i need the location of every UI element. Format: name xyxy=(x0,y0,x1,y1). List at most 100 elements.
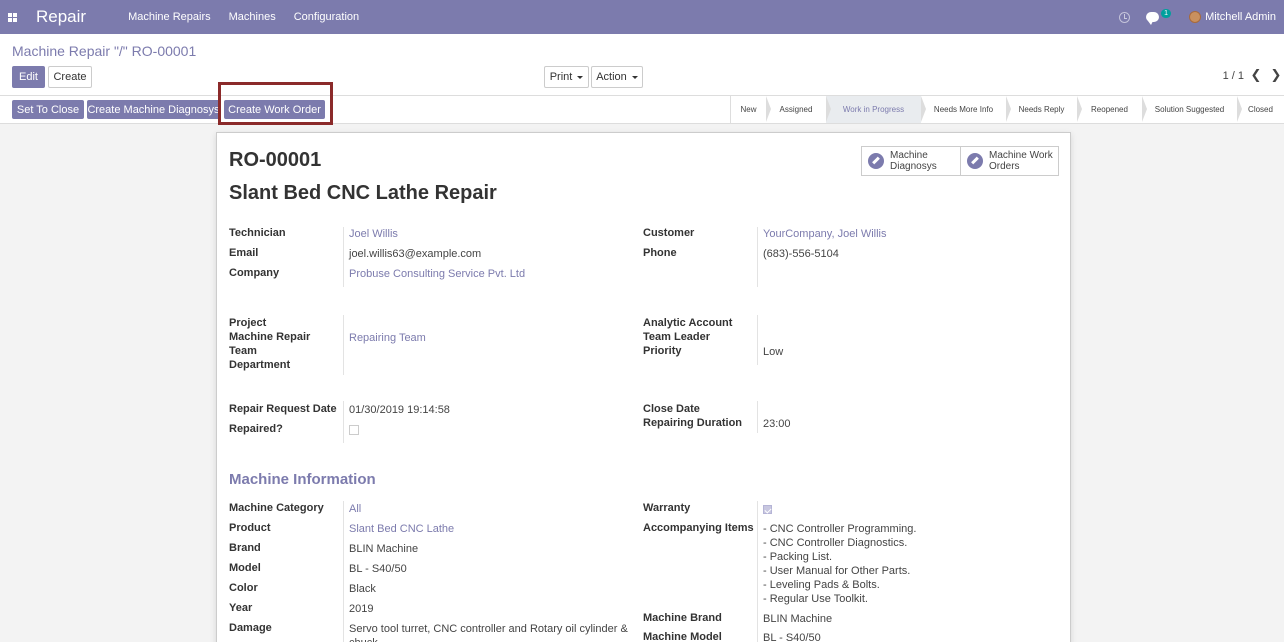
priority-label: Priority xyxy=(643,345,682,357)
repair-team-label-line2: Team xyxy=(229,345,257,357)
accompanying-item: - User Manual for Other Parts. xyxy=(763,565,911,577)
accompanying-item: - Regular Use Toolkit. xyxy=(763,593,868,605)
stage-work-in-progress[interactable]: Work in Progress xyxy=(826,96,926,123)
edit-button[interactable]: Edit xyxy=(12,66,45,88)
breadcrumb: Machine Repair "/" RO-00001 xyxy=(12,43,197,59)
technician-field[interactable]: Joel Willis xyxy=(349,227,398,241)
control-panel: Machine Repair "/" RO-00001 Edit Create … xyxy=(0,34,1284,96)
email-field[interactable]: joel.willis63@example.com xyxy=(349,247,481,261)
stage-closed[interactable]: Closed xyxy=(1237,96,1284,123)
repairing-duration-field[interactable]: 23:00 xyxy=(763,417,791,431)
warranty-checkbox[interactable] xyxy=(763,505,772,514)
create-machine-diagnosys-button[interactable]: Create Machine Diagnosys xyxy=(87,100,220,119)
app-name: Repair xyxy=(36,7,87,26)
repaired-checkbox[interactable] xyxy=(349,425,359,435)
department-label: Department xyxy=(229,359,291,371)
close-date-label: Close Date xyxy=(643,403,700,415)
smart-label-line: Orders xyxy=(989,161,1020,172)
apps-menu-icon[interactable] xyxy=(0,0,24,34)
menu-configuration[interactable]: Configuration xyxy=(294,11,359,23)
phone-label: Phone xyxy=(643,247,677,259)
record-name: RO-00001 xyxy=(229,149,322,171)
field-divider xyxy=(757,315,758,365)
field-divider xyxy=(343,401,344,443)
accompanying-item: - Packing List. xyxy=(763,551,833,563)
stage-assigned[interactable]: Assigned xyxy=(766,96,831,123)
chevron-down-icon xyxy=(631,75,638,79)
stage-new[interactable]: New xyxy=(731,96,771,123)
menu-machine-repairs[interactable]: Machine Repairs xyxy=(128,11,211,23)
field-divider xyxy=(343,227,344,287)
request-date-field[interactable]: 01/30/2019 19:14:58 xyxy=(349,403,450,417)
smart-label-line: Machine xyxy=(890,150,928,161)
machine-model-label: Machine Model xyxy=(643,631,722,642)
chat-count-badge: 1 xyxy=(1161,8,1172,18)
machine-brand-field[interactable]: BLIN Machine xyxy=(763,612,832,626)
repairing-duration-label: Repairing Duration xyxy=(643,417,743,429)
field-divider xyxy=(343,315,344,375)
chat-icon[interactable] xyxy=(1146,12,1160,25)
machine-model-field[interactable]: BL - S40/50 xyxy=(763,631,821,642)
create-button[interactable]: Create xyxy=(48,66,92,88)
field-divider xyxy=(757,227,758,287)
customer-field[interactable]: YourCompany, Joel Willis xyxy=(763,227,887,241)
accompanying-item: - CNC Controller Programming. xyxy=(763,523,917,535)
machine-category-field[interactable]: All xyxy=(349,502,361,516)
accompanying-item: - CNC Controller Diagnostics. xyxy=(763,537,908,549)
pencil-icon xyxy=(967,153,983,169)
machine-work-orders-smart-button[interactable]: Machine Work Orders xyxy=(960,147,1058,175)
accompanying-item: - Leveling Pads & Bolts. xyxy=(763,579,880,591)
record-title: Slant Bed CNC Lathe Repair xyxy=(229,182,497,204)
brand-field[interactable]: BLIN Machine xyxy=(349,542,418,556)
stage-needs-reply[interactable]: Needs Reply xyxy=(1006,96,1082,123)
field-divider xyxy=(757,401,758,433)
form-sheet: RO-00001 Slant Bed CNC Lathe Repair Mach… xyxy=(216,132,1071,642)
user-menu[interactable]: Mitchell Admin xyxy=(1205,11,1276,23)
stage-reopened[interactable]: Reopened xyxy=(1077,96,1147,123)
stage-solution-suggested[interactable]: Solution Suggested xyxy=(1142,96,1242,123)
stage-pipeline: New Assigned Work in Progress Needs More… xyxy=(730,96,1284,123)
project-label: Project xyxy=(229,317,267,329)
repair-team-field[interactable]: Repairing Team xyxy=(349,331,426,345)
machine-category-label: Machine Category xyxy=(229,502,324,514)
model-field[interactable]: BL - S40/50 xyxy=(349,562,407,576)
print-label: Print xyxy=(549,71,573,83)
smart-button-box: Machine Diagnosys Machine Work Orders xyxy=(861,146,1059,176)
set-to-close-button[interactable]: Set To Close xyxy=(12,100,84,119)
pencil-icon xyxy=(868,153,884,169)
top-navbar: Repair Machine Repairs Machines Configur… xyxy=(0,0,1284,34)
product-field[interactable]: Slant Bed CNC Lathe xyxy=(349,522,454,536)
machine-diagnosys-smart-button[interactable]: Machine Diagnosys xyxy=(862,147,960,175)
phone-field[interactable]: (683)-556-5104 xyxy=(763,247,839,261)
machine-brand-label: Machine Brand xyxy=(643,612,722,624)
avatar[interactable] xyxy=(1189,11,1202,23)
print-dropdown[interactable]: Print xyxy=(544,66,589,88)
field-divider xyxy=(757,501,758,642)
company-label: Company xyxy=(229,267,280,279)
damage-field-line1[interactable]: Servo tool turret, CNC controller and Ro… xyxy=(349,622,628,636)
customer-label: Customer xyxy=(643,227,695,239)
menu-machines[interactable]: Machines xyxy=(229,11,276,23)
pager-next-icon[interactable]: ❯ xyxy=(1270,68,1282,83)
technician-label: Technician xyxy=(229,227,286,239)
section-title: Machine Information xyxy=(229,471,376,488)
action-dropdown[interactable]: Action xyxy=(591,66,643,88)
analytic-account-label: Analytic Account xyxy=(643,317,733,329)
product-label: Product xyxy=(229,522,271,534)
pager-previous-icon[interactable]: ❮ xyxy=(1250,68,1262,83)
field-divider xyxy=(343,501,344,642)
activity-clock-icon[interactable] xyxy=(1119,11,1131,23)
warranty-label: Warranty xyxy=(643,502,691,514)
repaired-label: Repaired? xyxy=(229,423,283,435)
color-field[interactable]: Black xyxy=(349,582,376,596)
pager-value[interactable]: 1 / 1 xyxy=(1223,70,1244,82)
request-date-label: Repair Request Date xyxy=(229,403,337,415)
priority-field[interactable]: Low xyxy=(763,345,783,359)
company-field[interactable]: Probuse Consulting Service Pvt. Ltd xyxy=(349,267,525,281)
action-label: Action xyxy=(596,71,627,83)
accompanying-items-label: Accompanying Items xyxy=(643,522,754,534)
year-field[interactable]: 2019 xyxy=(349,602,373,616)
damage-field-line2[interactable]: chuck xyxy=(349,636,378,642)
stage-needs-more-info[interactable]: Needs More Info xyxy=(921,96,1011,123)
year-label: Year xyxy=(229,602,253,614)
